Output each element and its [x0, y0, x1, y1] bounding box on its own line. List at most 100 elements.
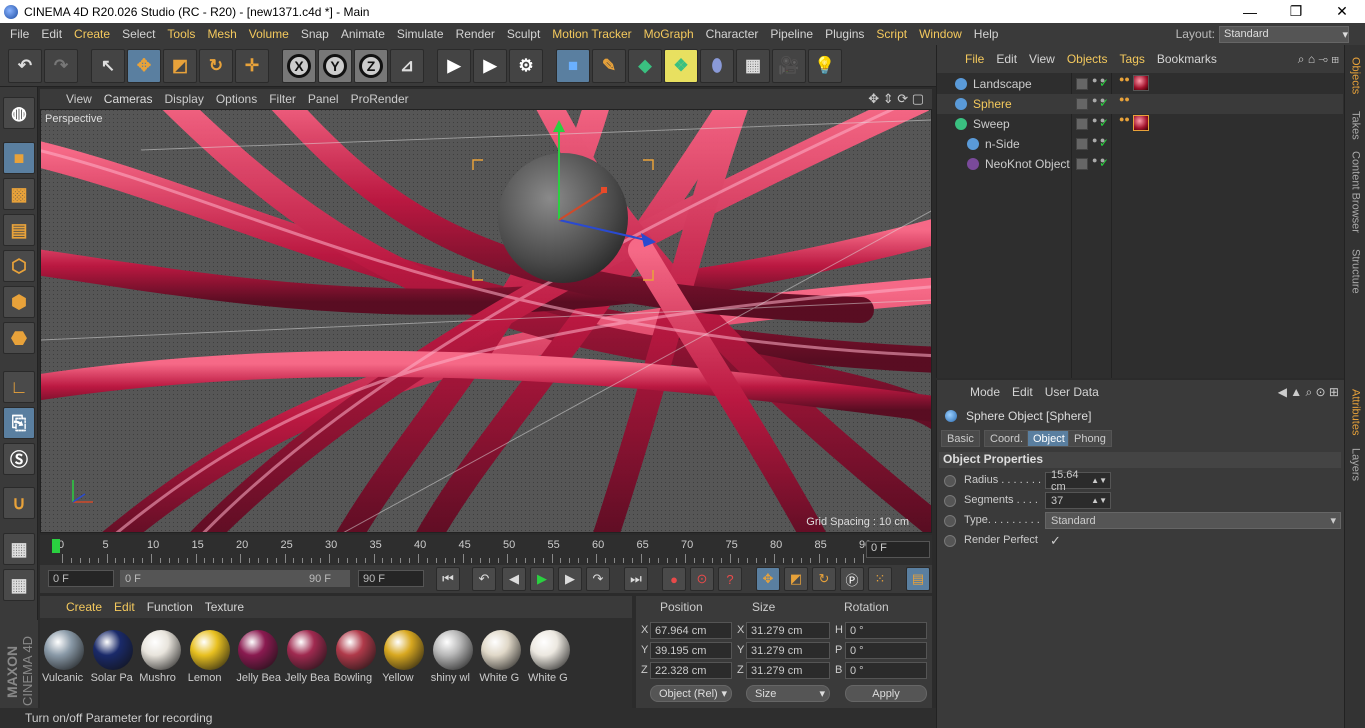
rotation-field[interactable]: 0 ° — [845, 662, 927, 679]
menu-window[interactable]: Window — [913, 27, 968, 41]
layer-toggle[interactable] — [1076, 78, 1088, 90]
attribute-nav-icons[interactable]: ◀ ▲ ⌕ ⊙ ⊞ — [1278, 385, 1345, 400]
layer-toggle[interactable] — [1076, 158, 1088, 170]
menu-animate[interactable]: Animate — [335, 27, 391, 41]
property-field[interactable]: Standard ▾ — [1045, 512, 1341, 529]
points-mode-icon[interactable]: ⬡ — [3, 250, 35, 282]
size-field[interactable]: 31.279 cm — [746, 662, 830, 679]
object-row-sweep[interactable]: Sweep ● ● ✓ ●● — [937, 114, 1343, 134]
snapping-icon[interactable]: ∪ — [3, 487, 35, 519]
property-field[interactable]: 37 ▲▼ — [1045, 492, 1111, 509]
tab-structure[interactable]: Structure — [1345, 241, 1365, 301]
phong-tag-icon[interactable]: ●● — [1119, 95, 1130, 110]
x-axis-lock-button[interactable]: X — [282, 49, 316, 83]
axis-mode-icon[interactable]: ∟ — [3, 371, 35, 403]
material-swatch[interactable]: Vulcanic — [42, 628, 86, 688]
tab-objects[interactable]: Objects — [1345, 49, 1365, 103]
camera-button[interactable]: 🎥 — [772, 49, 806, 83]
enabled-checkmark[interactable]: ✓ — [1099, 76, 1109, 90]
render-view-button[interactable]: ▶ — [437, 49, 471, 83]
viewport-menu-cameras[interactable]: Cameras — [98, 92, 159, 106]
floor-scene-button[interactable]: ▦ — [736, 49, 770, 83]
recent-tool-button[interactable]: ✛ — [235, 49, 269, 83]
redo-button[interactable]: ↷ — [44, 49, 78, 83]
perspective-viewport[interactable]: Perspective Grid Spacing : 10 cm — [40, 109, 932, 533]
object-menu-bookmarks[interactable]: Bookmarks — [1151, 52, 1223, 66]
animation-toggle-icon[interactable] — [944, 515, 956, 527]
object-row-n-side[interactable]: n-Side ● ● ✓ — [937, 134, 1343, 154]
menu-motion-tracker[interactable]: Motion Tracker — [546, 27, 637, 41]
viewport-menu-panel[interactable]: Panel — [302, 92, 345, 106]
render-to-picture-viewer-button[interactable]: ▶ — [473, 49, 507, 83]
scale-tool-button[interactable]: ◩ — [163, 49, 197, 83]
size-field[interactable]: 31.279 cm — [746, 642, 830, 659]
playhead[interactable] — [52, 539, 60, 553]
menu-volume[interactable]: Volume — [243, 27, 295, 41]
minimize-button[interactable]: — — [1227, 0, 1273, 23]
stepper-arrows-icon[interactable]: ▲▼ — [1091, 496, 1110, 505]
coordinate-mode-dropdown[interactable]: Object (Rel) ▾ — [650, 685, 732, 702]
polygons-mode-icon[interactable]: ⬣ — [3, 322, 35, 354]
texture-mode-icon[interactable]: ▩ — [3, 178, 35, 210]
menu-plugins[interactable]: Plugins — [819, 27, 870, 41]
rotation-field[interactable]: 0 ° — [845, 642, 927, 659]
tweak-mode-icon[interactable]: ⎘ — [3, 407, 35, 439]
record-scale-button[interactable]: ◩ — [784, 567, 808, 591]
menu-edit[interactable]: Edit — [35, 27, 68, 41]
menu-pipeline[interactable]: Pipeline — [764, 27, 819, 41]
layer-toggle[interactable] — [1076, 138, 1088, 150]
attribute-tab-object[interactable]: Object — [1027, 430, 1071, 447]
viewport-menu-options[interactable]: Options — [210, 92, 263, 106]
viewport-nav-icons[interactable]: ✥ ⇕ ⟳ ▢ — [868, 91, 932, 107]
animation-toggle-icon[interactable] — [944, 535, 956, 547]
attribute-tab-phong[interactable]: Phong — [1068, 430, 1112, 447]
record-rotation-button[interactable]: ↻ — [812, 567, 836, 591]
menu-sculpt[interactable]: Sculpt — [501, 27, 546, 41]
layer-toggle[interactable] — [1076, 98, 1088, 110]
object-row-sphere[interactable]: Sphere ● ● ✓ ●● — [937, 94, 1343, 114]
attribute-menu-mode[interactable]: Mode — [964, 385, 1006, 399]
enabled-checkmark[interactable]: ✓ — [1099, 156, 1109, 170]
position-field[interactable]: 39.195 cm — [650, 642, 732, 659]
solo-mode-icon[interactable]: Ⓢ — [3, 443, 35, 475]
object-menu-objects[interactable]: Objects — [1061, 52, 1114, 66]
tab-content-browser[interactable]: Content Browser — [1345, 147, 1365, 237]
attribute-menu-edit[interactable]: Edit — [1006, 385, 1039, 399]
close-button[interactable]: ✕ — [1319, 0, 1365, 23]
deformer-button[interactable]: ⬮ — [700, 49, 734, 83]
frame-ruler[interactable]: 051015202530354045505560657075808590 — [40, 535, 871, 565]
menu-character[interactable]: Character — [700, 27, 765, 41]
attribute-tab-basic[interactable]: Basic — [941, 430, 980, 447]
material-swatch[interactable]: White G — [528, 628, 572, 688]
preview-range-slider[interactable]: 0 F 90 F — [120, 570, 350, 587]
size-field[interactable]: 31.279 cm — [746, 622, 830, 639]
viewport-menu-prorender[interactable]: ProRender — [345, 92, 415, 106]
material-menu-edit[interactable]: Edit — [108, 600, 141, 614]
pen-spline-button[interactable]: ✎ — [592, 49, 626, 83]
undo-button[interactable]: ↶ — [8, 49, 42, 83]
material-menu-function[interactable]: Function — [141, 600, 199, 614]
phong-tag-icon[interactable]: ●● — [1119, 115, 1130, 130]
menu-mograph[interactable]: MoGraph — [638, 27, 700, 41]
z-axis-lock-button[interactable]: Z — [354, 49, 388, 83]
record-parameter-button[interactable]: Ⓟ — [840, 567, 864, 591]
material-tag-icon[interactable] — [1133, 75, 1149, 91]
material-swatch[interactable]: Lemon — [188, 628, 232, 688]
edges-mode-icon[interactable]: ⬢ — [3, 286, 35, 318]
menu-file[interactable]: File — [4, 27, 35, 41]
menu-script[interactable]: Script — [870, 27, 913, 41]
menu-render[interactable]: Render — [450, 27, 501, 41]
material-swatch[interactable]: Bowling — [334, 628, 378, 688]
menu-mesh[interactable]: Mesh — [201, 27, 242, 41]
tab-attributes[interactable]: Attributes — [1345, 383, 1365, 441]
autokeying-button[interactable]: ⊙ — [690, 567, 714, 591]
next-key-button[interactable]: ↷ — [586, 567, 610, 591]
viewport-menu-display[interactable]: Display — [158, 92, 209, 106]
enabled-checkmark[interactable]: ✓ — [1099, 96, 1109, 110]
live-selection-button[interactable]: ↖ — [91, 49, 125, 83]
cube-object-button[interactable]: ■ — [556, 49, 590, 83]
menu-snap[interactable]: Snap — [295, 27, 335, 41]
goto-end-button[interactable]: ⏭ — [624, 567, 648, 591]
object-manager-tools-icons[interactable]: ⌕ ⌂ ⊸ ⊞ — [1298, 52, 1345, 67]
object-menu-file[interactable]: File — [959, 52, 990, 66]
